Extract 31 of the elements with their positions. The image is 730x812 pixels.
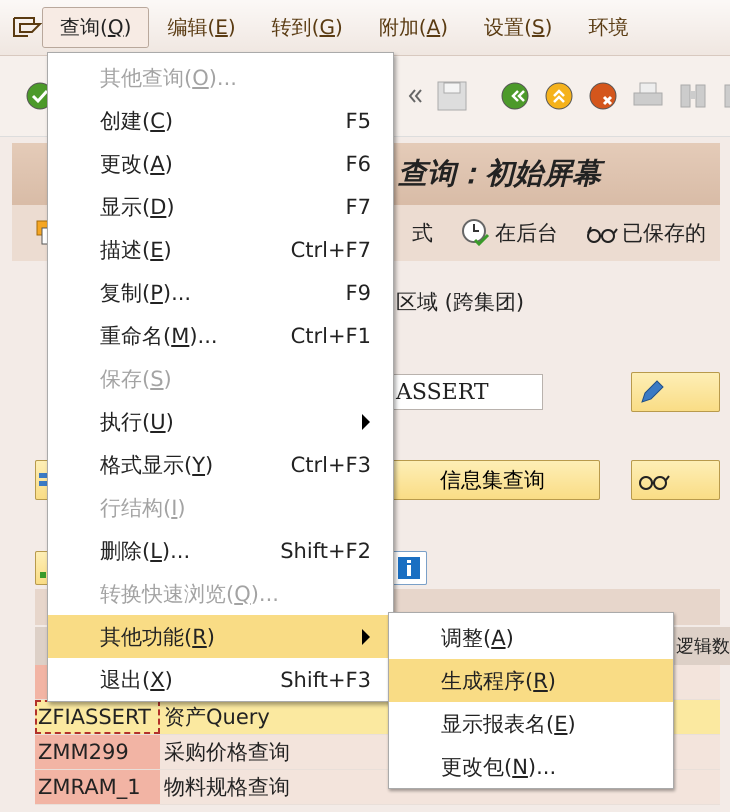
shortcut-text: F7	[346, 194, 371, 218]
column-header[interactable]: 逻辑数	[676, 634, 730, 658]
shortcut-text: Ctrl+F1	[290, 324, 371, 348]
menu-item[interactable]: 创建(C) F5	[48, 99, 393, 142]
table-cell: ZMM299	[35, 735, 160, 769]
menu-bar-item[interactable]: 转到(G)	[254, 7, 361, 48]
shortcut-text: F5	[346, 108, 371, 132]
menu-item[interactable]: 删除(L)... Shift+F2	[48, 529, 393, 572]
menu-bar-item[interactable]: 附加(A)	[360, 7, 466, 48]
menu-item[interactable]: 复制(P)... F9	[48, 271, 393, 314]
menu-bar-item[interactable]: 查询(Q)	[42, 7, 150, 48]
toolbar-button[interactable]: 式	[412, 219, 433, 247]
menu-item[interactable]: 描述(E) Ctrl+F7	[48, 228, 393, 271]
table-cell: ZMRAM_1	[35, 770, 160, 804]
menu-item[interactable]: 更改(A) F6	[48, 142, 393, 185]
shortcut-text: Shift+F2	[280, 538, 371, 562]
toolbar-button[interactable]: 在后台	[495, 219, 558, 247]
menu-bar-item[interactable]: 环境	[570, 7, 646, 48]
shortcut-text: Ctrl+F3	[290, 452, 371, 476]
menu-item[interactable]: 显示(D) F7	[48, 185, 393, 228]
table-cell: ZFIASSERT	[35, 700, 160, 734]
shortcut-text: F6	[346, 152, 371, 176]
shortcut-text: Ctrl+F7	[290, 238, 371, 262]
menu-bar-item[interactable]: 编辑(E)	[149, 7, 254, 48]
menu-item[interactable]: 重命名(M)... Ctrl+F1	[48, 314, 393, 357]
shortcut-text: Shift+F3	[280, 668, 371, 692]
menu-bar-item[interactable]: 设置(S)	[466, 7, 570, 48]
toolbar-button[interactable]: 已保存的	[622, 219, 706, 247]
menu-item[interactable]: 生成程序(R)	[389, 659, 673, 702]
shortcut-text: F9	[346, 280, 371, 304]
area-text: 区域 (跨集团)	[396, 289, 524, 316]
